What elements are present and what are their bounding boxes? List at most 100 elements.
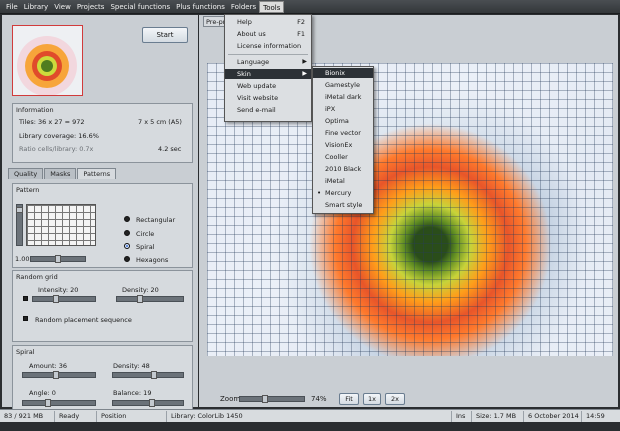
selected-bullet-icon: • [317, 189, 322, 197]
status-state: Ready [55, 410, 97, 422]
library-coverage-info: Library coverage: 16.6% [19, 132, 99, 140]
menu-item-about[interactable]: About us F1 [225, 29, 311, 39]
menu-item-skin[interactable]: Skin ▶ [225, 69, 311, 79]
skin-item-mercury-label: Mercury [325, 189, 352, 197]
intensity-knob[interactable] [53, 295, 59, 303]
balance-label: Balance: 19 [113, 389, 152, 397]
balance-slider[interactable] [112, 399, 184, 407]
menu-item-about-label: About us [237, 30, 266, 38]
skin-item-smart-style[interactable]: Smart style [313, 200, 373, 210]
intensity-label: Intensity: 20 [38, 286, 79, 294]
angle-knob[interactable] [45, 399, 51, 407]
skin-item-ipx[interactable]: iPX [313, 104, 373, 114]
menu-view[interactable]: View [51, 1, 74, 13]
pattern-vertical-knob[interactable] [16, 207, 23, 213]
menu-folders[interactable]: Folders [228, 1, 259, 13]
spiral-density-knob[interactable] [151, 371, 157, 379]
menu-tools[interactable]: Tools [259, 0, 285, 13]
help-shortcut: F2 [297, 18, 305, 26]
angle-label: Angle: 0 [29, 389, 56, 397]
intensity-slider[interactable] [32, 295, 96, 303]
amount-slider[interactable] [22, 371, 96, 379]
skin-item-imetal-dark[interactable]: iMetal dark [313, 92, 373, 102]
zoom-slider[interactable] [239, 395, 305, 403]
menu-item-language[interactable]: Language ▶ [225, 57, 311, 67]
menu-item-help[interactable]: Help F2 [225, 17, 311, 27]
menu-item-license[interactable]: License information [225, 41, 311, 51]
menu-item-web-update[interactable]: Web update [225, 81, 311, 91]
skin-item-visionex[interactable]: VisionEx [313, 140, 373, 150]
skin-item-bionix[interactable]: Bionix [313, 68, 373, 78]
ratio-info: Ratio cells/library: 0.7x [19, 145, 94, 153]
pattern-horizontal-knob[interactable] [55, 255, 61, 263]
menu-item-send-email[interactable]: Send e-mail [225, 105, 311, 115]
random-grid-toggle[interactable] [23, 296, 28, 301]
skin-item-fine-vector[interactable]: Fine vector [313, 128, 373, 138]
density-knob[interactable] [137, 295, 143, 303]
skin-item-optima[interactable]: Optima [313, 116, 373, 126]
submenu-arrow-icon: ▶ [302, 70, 307, 77]
menu-separator [228, 54, 308, 55]
status-memory: 83 / 921 MB [0, 410, 55, 422]
density-label: Density: 20 [122, 286, 159, 294]
spiral-title: Spiral [16, 348, 35, 356]
random-grid-title: Random grid [16, 273, 58, 281]
submenu-arrow-icon: ▶ [302, 58, 307, 65]
skin-item-imetal[interactable]: iMetal [313, 176, 373, 186]
menu-library[interactable]: Library [21, 1, 51, 13]
radio-circle-label: Circle [136, 230, 155, 238]
radio-spiral-label: Spiral [136, 243, 155, 251]
tiles-info: Tiles: 36 x 27 = 972 [19, 118, 85, 126]
source-image-thumbnail[interactable] [12, 25, 83, 96]
information-group: Information Tiles: 36 x 27 = 972 7 x 5 c… [12, 103, 193, 163]
menu-bar: File Library View Projects Special funct… [0, 0, 620, 14]
density-slider[interactable] [116, 295, 184, 303]
spiral-density-slider[interactable] [112, 371, 184, 379]
zoom-fit-button[interactable]: Fit [339, 393, 359, 405]
skin-item-mercury[interactable]: • Mercury [313, 188, 373, 198]
tab-patterns[interactable]: Patterns [77, 168, 117, 179]
skin-item-2010-black[interactable]: 2010 Black [313, 164, 373, 174]
pattern-vertical-slider[interactable] [16, 204, 23, 246]
menu-plus-functions[interactable]: Plus functions [173, 1, 228, 13]
zoom-1x-button[interactable]: 1x [363, 393, 381, 405]
menu-projects[interactable]: Projects [74, 1, 108, 13]
zoom-knob[interactable] [262, 395, 268, 403]
status-library: Library: ColorLib 1450 [167, 410, 452, 422]
tab-masks[interactable]: Masks [44, 168, 77, 179]
spiral-density-label: Density: 48 [113, 362, 150, 370]
amount-knob[interactable] [53, 371, 59, 379]
start-button[interactable]: Start [142, 27, 188, 43]
amount-label: Amount: 36 [29, 362, 68, 370]
zoom-label: Zoom [220, 395, 241, 403]
about-shortcut: F1 [297, 30, 305, 38]
status-size: Size: 1.7 MB [472, 410, 524, 422]
skin-item-cooller[interactable]: Cooller [313, 152, 373, 162]
status-time: 14:59 [586, 411, 605, 420]
menu-special-functions[interactable]: Special functions [107, 1, 173, 13]
angle-slider[interactable] [22, 399, 96, 407]
pattern-horizontal-slider[interactable] [30, 255, 86, 263]
print-size-info: 7 x 5 cm (A5) [138, 118, 182, 126]
zoom-2x-button[interactable]: 2x [385, 393, 405, 405]
radio-rectangular[interactable] [124, 216, 130, 222]
random-placement-checkbox[interactable] [23, 316, 28, 321]
left-panel: Start Information Tiles: 36 x 27 = 972 7… [2, 15, 198, 419]
tools-menu: Help F2 About us F1 License information … [224, 14, 312, 122]
pattern-title: Pattern [16, 186, 40, 194]
zoom-value: 74% [311, 395, 327, 403]
menu-file[interactable]: File [3, 1, 21, 13]
radio-hexagons[interactable] [124, 256, 130, 262]
tab-quality[interactable]: Quality [8, 168, 44, 179]
radio-spiral[interactable] [124, 243, 130, 249]
radio-circle[interactable] [124, 230, 130, 236]
radio-rectangular-label: Rectangular [136, 216, 176, 224]
menu-item-visit-website[interactable]: Visit website [225, 93, 311, 103]
random-grid-group: Random grid [12, 270, 193, 342]
pattern-grid-preview [26, 204, 96, 246]
menu-item-language-label: Language [237, 58, 270, 66]
information-title: Information [16, 106, 54, 114]
balance-knob[interactable] [149, 399, 155, 407]
skin-item-gamestyle[interactable]: Gamestyle [313, 80, 373, 90]
time-info: 4.2 sec [158, 145, 182, 153]
